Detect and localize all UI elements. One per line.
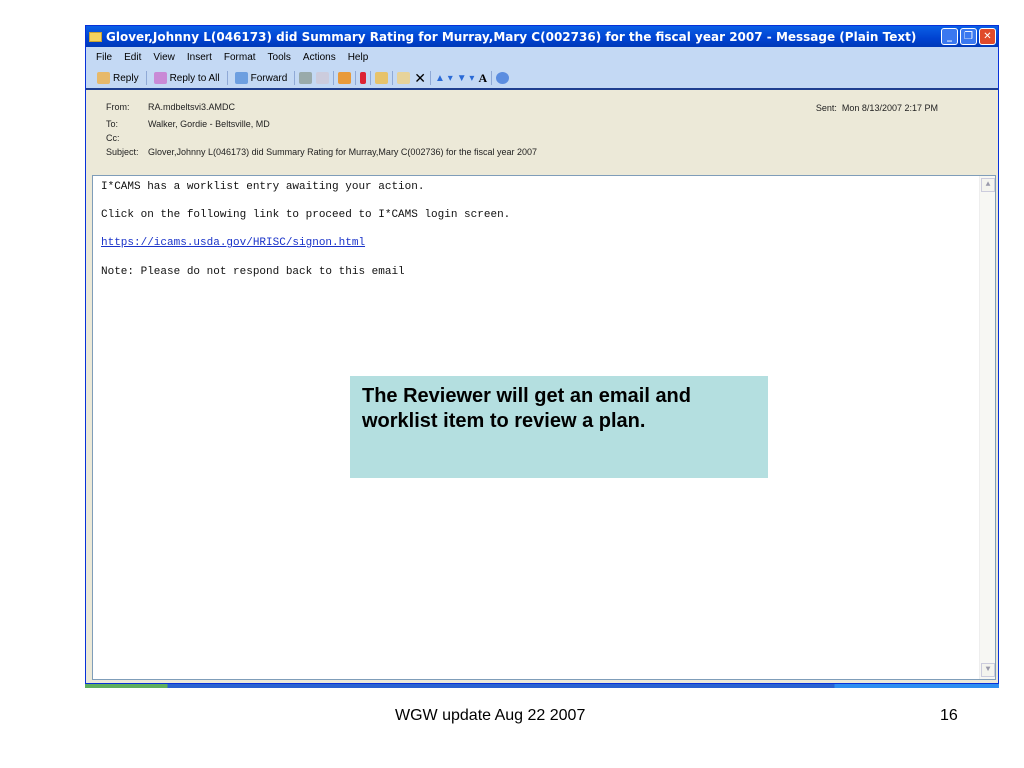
email-window: Glover,Johnny L(046173) did Summary Rati… [85, 25, 999, 684]
move-icon[interactable] [338, 72, 352, 84]
page-number: 16 [940, 707, 958, 724]
separator [333, 71, 335, 85]
menu-help[interactable]: Help [348, 52, 369, 63]
vertical-scrollbar[interactable]: ▲ ▼ [979, 176, 995, 679]
forward-icon [234, 72, 248, 84]
previous-item-icon[interactable]: ▲ ▾ [435, 73, 453, 84]
separator [491, 71, 493, 85]
copy-icon[interactable] [316, 72, 330, 84]
to-value: Walker, Gordie - Beltsville, MD [148, 119, 270, 129]
menu-tools[interactable]: Tools [268, 52, 291, 63]
separator [370, 71, 372, 85]
menu-edit[interactable]: Edit [124, 52, 141, 63]
separator [430, 71, 432, 85]
close-button[interactable]: ✕ [979, 28, 996, 45]
scroll-down-button[interactable]: ▼ [981, 663, 995, 677]
signon-link[interactable]: https://icams.usda.gov/HRISC/signon.html [101, 237, 365, 249]
folder-icon[interactable] [375, 72, 389, 84]
menu-bar: File Edit View Insert Format Tools Actio… [86, 47, 998, 68]
scroll-up-button[interactable]: ▲ [981, 178, 995, 192]
body-line: Note: Please do not respond back to this… [101, 266, 405, 278]
minimize-button[interactable]: _ [941, 28, 958, 45]
reply-button[interactable]: Reply [94, 72, 142, 84]
subject-value: Glover,Johnny L(046173) did Summary Rati… [148, 147, 538, 157]
restore-button[interactable]: ❐ [960, 28, 977, 45]
reply-all-label: Reply to All [169, 72, 220, 84]
menu-actions[interactable]: Actions [303, 52, 336, 63]
forward-button[interactable]: Forward [232, 72, 291, 84]
separator [145, 71, 147, 85]
paste-icon[interactable] [397, 72, 411, 84]
separator [226, 71, 228, 85]
menu-insert[interactable]: Insert [187, 52, 212, 63]
window-title: Glover,Johnny L(046173) did Summary Rati… [106, 29, 917, 44]
toolbar: Reply Reply to All Forward ✕ ▲ ▾ ▼ ▾ A [86, 68, 998, 90]
flag-icon[interactable] [360, 72, 367, 84]
menu-view[interactable]: View [153, 52, 175, 63]
menu-file[interactable]: File [96, 52, 112, 63]
separator [355, 71, 357, 85]
separator [294, 71, 296, 85]
sent-label: Sent: [815, 103, 837, 113]
envelope-icon [89, 31, 102, 42]
reply-icon [97, 72, 110, 84]
sent-value: Mon 8/13/2007 2:17 PM [841, 103, 938, 113]
from-value: RA.mdbeltsvi3.AMDC [148, 102, 236, 112]
cc-label: Cc: [106, 133, 120, 143]
message-header: From: RA.mdbeltsvi3.AMDC To: Walker, Gordi… [86, 90, 998, 169]
font-size-icon[interactable]: A [478, 71, 487, 86]
forward-label: Forward [250, 72, 288, 84]
to-label: To: [106, 119, 119, 129]
callout-box: The Reviewer will get an email and workl… [350, 376, 768, 478]
next-item-icon[interactable]: ▼ ▾ [457, 73, 475, 84]
separator [392, 71, 394, 85]
taskbar-strip [85, 684, 999, 688]
body-line: Click on the following link to proceed t… [101, 209, 511, 221]
delete-icon[interactable]: ✕ [414, 70, 426, 87]
subject-label: Subject: [106, 147, 139, 157]
menu-format[interactable]: Format [224, 52, 256, 63]
reply-all-button[interactable]: Reply to All [151, 72, 223, 84]
body-line: I*CAMS has a worklist entry awaiting you… [101, 181, 425, 193]
help-icon[interactable] [496, 72, 510, 84]
footer-caption: WGW update Aug 22 2007 [395, 707, 586, 724]
reply-label: Reply [113, 72, 139, 84]
from-label: From: [106, 102, 130, 112]
print-icon[interactable] [299, 72, 313, 84]
reply-all-icon [153, 72, 167, 84]
title-bar: Glover,Johnny L(046173) did Summary Rati… [86, 26, 998, 47]
